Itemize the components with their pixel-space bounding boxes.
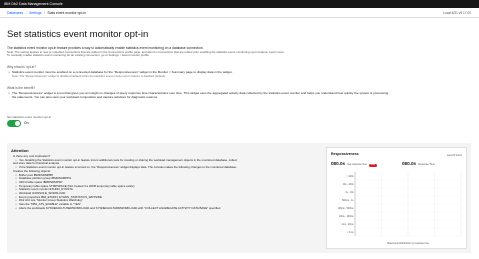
breadcrumb-separator: / — [25, 10, 27, 15]
x-axis-label: Statements Distribution by response time — [387, 242, 430, 245]
benefit-question: What is the benefit? — [7, 86, 36, 90]
toggle-label: Set statistics event monitor opt-in — [7, 115, 52, 119]
page-title: Set statistics event monitor opt-in — [7, 29, 149, 40]
attention-list: Is there any cost implication?Yes. Enabl… — [11, 155, 319, 211]
responsiveness-widget: Responsiveness Last 24 hours 080.0s Avg … — [326, 147, 467, 249]
opt-in-toggle[interactable] — [7, 120, 21, 127]
avg-response-label: Avg response time — [347, 163, 367, 166]
responsiveness-chart: > 100s 10s - 100s 1s - 10s 500ms - 1s 100ms … — [338, 172, 462, 245]
benefit-bullet: • The "Responsiveness" widget is a tool … — [8, 91, 467, 100]
avg-response-metric: 080.0s Avg response time Slow — [331, 161, 377, 167]
attention-item: Alters the workloads SYSDEFAULTUSERWORKL… — [11, 207, 319, 211]
why-question: Why should I opt-in? — [7, 65, 37, 69]
connection-selector[interactable]: Local 8/21 v5 17:00 — [443, 11, 471, 15]
benefit-bullet-text-cont: the statements. You can also view your w… — [12, 95, 159, 100]
time-range-selector[interactable]: Last 24 hours — [447, 154, 462, 157]
intro-note-manual: To manually enable statistics event moni… — [7, 53, 150, 58]
slow-tag: Slow — [368, 163, 377, 167]
toggle-state-text: On — [24, 121, 29, 125]
responsiveness-title: Responsiveness — [331, 152, 359, 156]
y-tick-label: 1ms - 10ms — [342, 224, 355, 226]
y-tick-label: 1s - 10s — [345, 192, 354, 194]
y-tick-label: 100ms - 500ms — [338, 208, 355, 210]
attention-title: Attention — [11, 148, 29, 153]
response-time-value: 080.0s — [402, 161, 417, 166]
breadcrumb-settings[interactable]: Settings — [29, 11, 41, 15]
bullet-icon: • — [8, 70, 10, 74]
breadcrumb-separator: / — [43, 10, 45, 15]
y-tick-label: < 1ms — [347, 231, 354, 234]
bullet-icon: • — [8, 91, 10, 95]
intro-text: The statistics event monitor opt-in feat… — [7, 46, 462, 58]
why-bullet: • Statistics event monitor must be enabl… — [8, 70, 467, 79]
why-note: Note: The "Responsiveness" widget is dis… — [12, 74, 166, 79]
breadcrumb-bar: Databases / Settings / Stats event monit… — [0, 8, 479, 18]
breadcrumb-databases[interactable]: Databases — [7, 11, 23, 15]
y-tick-label: 500ms - 1s — [342, 200, 354, 202]
y-tick-label: 10s - 100s — [343, 184, 355, 186]
breadcrumb-current: Stats event monitor opt-in — [47, 10, 87, 15]
response-time-metric: 080.0s Response Time — [402, 161, 435, 166]
attention-card: Attention Is there any cost implication?… — [7, 143, 471, 253]
toggle-knob — [15, 121, 20, 126]
breadcrumb: Databases / Settings / Stats event monit… — [7, 11, 86, 15]
avg-response-value: 080.0s — [331, 161, 346, 166]
app-brand[interactable]: IBM Db2 Data Management Console — [4, 2, 63, 6]
response-time-label: Response Time — [418, 163, 435, 166]
main-content: Set statistics event monitor opt-in The … — [0, 18, 479, 259]
top-bar: IBM Db2 Data Management Console — [0, 0, 479, 8]
y-tick-label: > 100s — [347, 175, 355, 178]
y-tick-label: 10ms - 100ms — [339, 216, 354, 218]
